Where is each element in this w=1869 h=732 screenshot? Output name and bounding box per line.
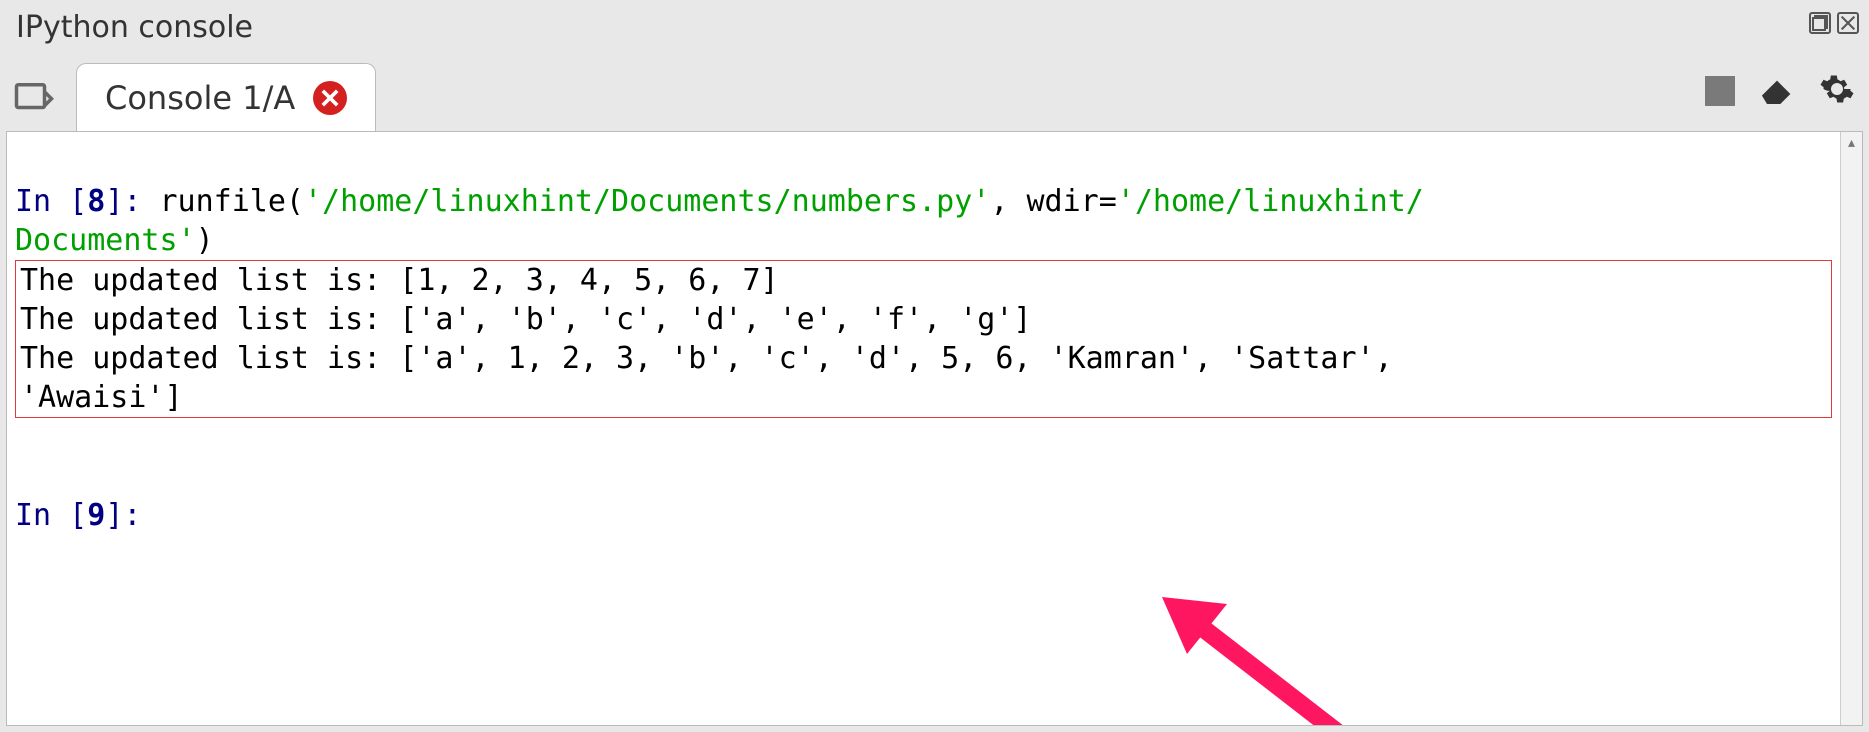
clear-icon[interactable] bbox=[1757, 69, 1797, 113]
console-area: In [8]: runfile('/home/linuxhint/Documen… bbox=[6, 131, 1863, 726]
in-prompt-2: In [ bbox=[15, 498, 87, 533]
output-line-1: The updated list is: [1, 2, 3, 4, 5, 6, … bbox=[20, 263, 779, 298]
runfile-comma: , wdir= bbox=[990, 184, 1116, 219]
ipython-console-panel: IPython console Console 1/A bbox=[0, 0, 1869, 732]
options-icon[interactable] bbox=[1819, 71, 1855, 111]
window-controls bbox=[1809, 12, 1859, 34]
browse-tabs-button[interactable] bbox=[10, 73, 58, 121]
panel-title-text: IPython console bbox=[16, 10, 253, 45]
console-toolbar bbox=[1705, 69, 1855, 113]
console-output[interactable]: In [8]: runfile('/home/linuxhint/Documen… bbox=[7, 132, 1840, 725]
panel-title: IPython console bbox=[0, 0, 1869, 53]
output-line-3: The updated list is: ['a', 1, 2, 3, 'b',… bbox=[20, 341, 1411, 415]
restore-icon[interactable] bbox=[1809, 12, 1831, 34]
in-prompt-number-2: 9 bbox=[87, 498, 105, 533]
tab-close-button[interactable] bbox=[313, 81, 347, 115]
highlighted-output: The updated list is: [1, 2, 3, 4, 5, 6, … bbox=[15, 260, 1832, 418]
vertical-scrollbar[interactable]: ▴ bbox=[1840, 132, 1862, 725]
scroll-up-icon[interactable]: ▴ bbox=[1841, 132, 1862, 154]
in-prompt-number: 8 bbox=[87, 184, 105, 219]
runfile-close: ) bbox=[196, 223, 214, 258]
in-prompt-close: ]: bbox=[105, 184, 159, 219]
close-icon bbox=[321, 89, 339, 107]
runfile-call: runfile( bbox=[160, 184, 305, 219]
runfile-path: '/home/linuxhint/Documents/numbers.py' bbox=[304, 184, 990, 219]
tab-bar: Console 1/A bbox=[0, 53, 1869, 131]
tab-console-1a[interactable]: Console 1/A bbox=[76, 63, 376, 131]
in-prompt: In [ bbox=[15, 184, 87, 219]
stop-icon[interactable] bbox=[1705, 76, 1735, 106]
tab-label: Console 1/A bbox=[105, 79, 295, 117]
in-prompt-2-close: ]: bbox=[105, 498, 159, 533]
close-panel-icon[interactable] bbox=[1837, 12, 1859, 34]
output-line-2: The updated list is: ['a', 'b', 'c', 'd'… bbox=[20, 302, 1031, 337]
